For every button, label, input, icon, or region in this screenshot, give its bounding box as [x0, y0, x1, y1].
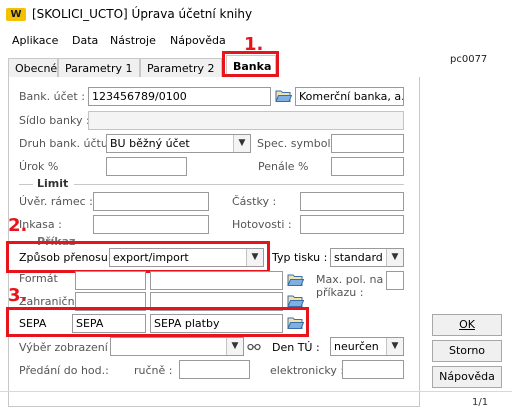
spec-symbol-label: Spec. symbol : [257, 137, 338, 150]
status-divider [0, 391, 512, 392]
chevron-down-icon[interactable]: ▼ [233, 135, 250, 152]
bank-seat-label: Sídlo banky : [19, 114, 90, 127]
bank-account-input[interactable]: 123456789/0100 [88, 87, 271, 106]
transfer-method-select[interactable]: export/import ▼ [109, 248, 264, 267]
form-code: pc0077 [450, 54, 488, 65]
manual-label: ručně : [134, 364, 173, 377]
chevron-down-icon[interactable]: ▼ [386, 249, 403, 266]
print-type-value: standard [334, 251, 383, 264]
den-tu-select[interactable]: neurčen ▼ [330, 337, 404, 356]
link-icon[interactable] [247, 341, 261, 353]
cancel-button-label: Storno [448, 344, 486, 357]
amounts-input[interactable] [300, 192, 404, 211]
tab-parametry-1[interactable]: Parametry 1 [58, 58, 140, 77]
annotation-box-1 [222, 51, 279, 77]
cash-label: Hotovosti : [232, 218, 292, 231]
limit-group-line [74, 184, 404, 185]
electronic-label: elektronicky : [270, 364, 345, 377]
account-type-select[interactable]: BU běžný účet ▼ [106, 134, 251, 153]
spec-symbol-input[interactable] [331, 134, 404, 153]
menu-napoveda[interactable]: Nápověda [170, 34, 226, 47]
display-selection-select[interactable]: ▼ [110, 337, 244, 356]
help-button[interactable]: Nápověda [432, 366, 502, 388]
max-items-label-1: Max. pol. na [316, 273, 384, 286]
help-button-label: Nápověda [439, 370, 495, 383]
interest-input[interactable] [106, 157, 187, 176]
transfer-method-label: Způsob přenosu : [19, 251, 116, 264]
chevron-down-icon[interactable]: ▼ [386, 338, 403, 355]
account-type-label: Druh bank. účtu : [19, 137, 115, 150]
menu-data[interactable]: Data [72, 34, 98, 47]
tab-parametry-2[interactable]: Parametry 2 [140, 58, 222, 77]
menu-nastroje[interactable]: Nástroje [110, 34, 156, 47]
collection-input[interactable] [93, 215, 209, 234]
penalty-input[interactable] [331, 157, 404, 176]
folder-open-icon[interactable] [287, 273, 304, 287]
format-code-input[interactable] [75, 271, 146, 290]
bank-account-label: Bank. účet : [19, 90, 85, 103]
den-tu-label: Den TÚ : [272, 341, 320, 354]
bank-seat-input[interactable] [88, 111, 404, 130]
account-type-value: BU běžný účet [110, 137, 190, 150]
sepa-name-input[interactable]: SEPA platby [150, 314, 283, 333]
interest-label: Úrok % [19, 160, 59, 173]
amounts-label: Částky : [232, 195, 277, 208]
manual-input[interactable] [179, 360, 250, 379]
page-indicator: 1/1 [472, 397, 489, 408]
bank-name-input[interactable]: Komerční banka, a.s [295, 87, 404, 106]
sepa-label: SEPA [19, 317, 47, 330]
menu-aplikace[interactable]: Aplikace [12, 34, 58, 47]
chevron-down-icon[interactable]: ▼ [246, 249, 263, 266]
limit-group-line-left [19, 184, 33, 185]
chevron-down-icon[interactable]: ▼ [226, 338, 243, 355]
folder-open-icon[interactable] [287, 316, 304, 330]
credit-frame-label: Úvěr. rámec : [19, 195, 93, 208]
electronic-input[interactable] [342, 360, 404, 379]
max-items-label-2: příkazu : [316, 286, 364, 299]
print-type-select[interactable]: standard ▼ [330, 248, 404, 267]
cash-input[interactable] [300, 215, 404, 234]
app-logo-icon: W [6, 8, 26, 21]
max-items-input[interactable] [386, 271, 404, 290]
handover-label: Předání do hod.: [19, 364, 109, 377]
limit-group-label: Limit [37, 177, 69, 190]
format-name-input[interactable] [150, 271, 283, 290]
penalty-label: Penále % [258, 160, 309, 173]
window-title: [SKOLICI_UCTO] Úprava účetní knihy [32, 7, 253, 21]
ok-button-label: OK [459, 318, 475, 331]
tab-obecne[interactable]: Obecné [8, 58, 58, 77]
folder-open-icon[interactable] [287, 294, 304, 308]
display-selection-label: Výběr zobrazení : [19, 341, 116, 354]
format-label: Formát [19, 272, 58, 285]
sepa-code-input[interactable]: SEPA [72, 314, 146, 333]
den-tu-value: neurčen [334, 340, 379, 353]
print-type-label: Typ tisku : [272, 251, 328, 264]
annotation-2: 2. [8, 215, 28, 236]
transfer-method-value: export/import [113, 251, 189, 264]
folder-open-icon[interactable] [275, 89, 292, 103]
cancel-button[interactable]: Storno [432, 340, 502, 362]
ok-button[interactable]: OK [432, 314, 502, 336]
credit-frame-input[interactable] [93, 192, 209, 211]
